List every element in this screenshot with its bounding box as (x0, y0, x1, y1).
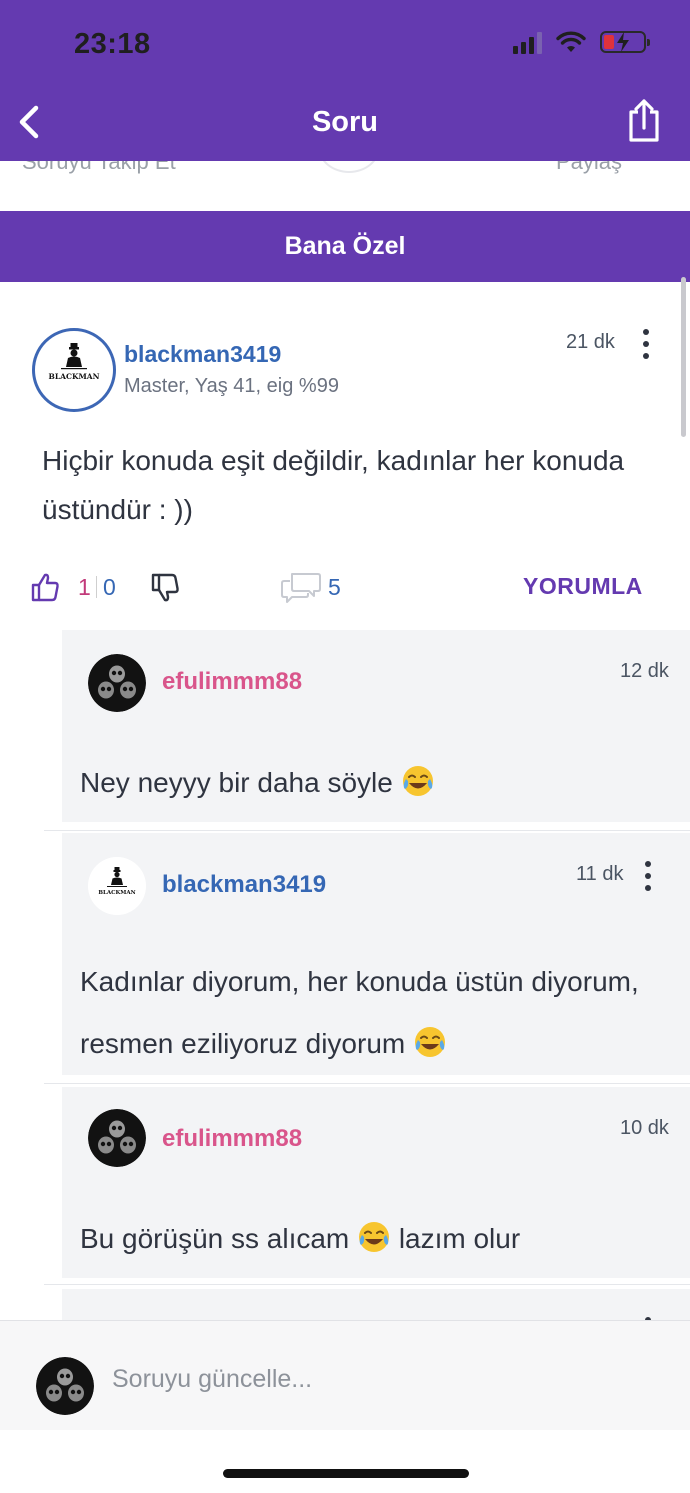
skulls-avatar-icon (88, 654, 146, 712)
comment-item: efulimmm88 10 dk Bu görüşün ss alıcam la… (62, 1087, 690, 1278)
comment-item: BLACKMAN blackman3419 11 dk Kadınlar diy… (62, 833, 690, 1075)
question-user-meta: Master, Yaş 41, eig %99 (124, 375, 339, 397)
comment-text-content: Kadınlar diyorum, her konuda üstün diyor… (80, 966, 639, 1059)
comment-time: 12 dk (620, 660, 669, 682)
question-username[interactable]: blackman3419 (124, 341, 281, 368)
scrollbar[interactable] (681, 277, 686, 437)
follow-question-label[interactable]: Soruyu Takip Et (22, 161, 176, 175)
avatar[interactable] (88, 1109, 146, 1167)
comment-item: efulimmm88 12 dk Ney neyyy bir daha söyl… (62, 630, 690, 822)
dislike-count: 0 (103, 574, 116, 600)
comment-text: Kadınlar diyorum, her konuda üstün diyor… (80, 951, 640, 1075)
comment-username[interactable]: blackman3419 (162, 871, 326, 899)
count-divider (96, 576, 97, 598)
blackman-logo: BLACKMAN (88, 857, 146, 915)
question-more-button[interactable] (639, 327, 653, 361)
avatar[interactable]: BLACKMAN (32, 328, 116, 412)
joy-emoji-icon (415, 1027, 445, 1057)
comment-text-content: Ney neyyy bir daha söyle (80, 767, 393, 798)
question-time: 21 dk (566, 331, 615, 353)
svg-text:BLACKMAN: BLACKMAN (98, 890, 135, 896)
status-icons (513, 30, 650, 54)
comments-icon[interactable] (280, 570, 322, 604)
comment-text-before: Bu görüşün ss alıcam (80, 1223, 350, 1254)
like-icon[interactable] (30, 571, 60, 603)
signal-icon (513, 30, 542, 54)
tab-bana-ozel[interactable]: Bana Özel (0, 211, 690, 282)
comment-username[interactable]: efulimmm88 (162, 1125, 302, 1153)
update-question-input[interactable] (112, 1351, 652, 1407)
home-indicator[interactable] (223, 1469, 469, 1478)
share-label[interactable]: Paylaş (556, 161, 622, 175)
share-button[interactable] (624, 98, 664, 144)
comment-button[interactable]: YORUMLA (523, 573, 643, 600)
svg-text:BLACKMAN: BLACKMAN (49, 372, 100, 381)
comment-text-after: lazım olur (398, 1223, 521, 1254)
comment-more-button[interactable] (641, 859, 655, 893)
comment-text: Bu görüşün ss alıcam lazım olur (80, 1219, 640, 1259)
scrolled-action-row: Soruyu Takip Et Paylaş (0, 161, 690, 211)
top-bar: 23:18 Soru (0, 0, 690, 161)
comment-time: 10 dk (620, 1117, 669, 1139)
wifi-icon (556, 31, 586, 52)
like-count: 1 (78, 574, 91, 600)
center-action-circle[interactable] (318, 161, 380, 173)
comment-time: 11 dk (576, 863, 624, 885)
joy-emoji-icon (359, 1222, 390, 1252)
skulls-avatar-icon (88, 1109, 146, 1167)
comment-text: Ney neyyy bir daha söyle (80, 763, 640, 803)
avatar[interactable]: BLACKMAN (88, 857, 146, 915)
status-time: 23:18 (74, 28, 151, 60)
avatar[interactable] (88, 654, 146, 712)
blackman-logo: BLACKMAN (49, 343, 100, 381)
comment-username[interactable]: efulimmm88 (162, 668, 302, 696)
skulls-avatar-icon (36, 1357, 94, 1415)
comments-count: 5 (328, 574, 341, 600)
avatar[interactable] (36, 1357, 94, 1415)
dislike-icon[interactable] (150, 572, 180, 604)
composer-bar (0, 1320, 690, 1430)
comment-divider (44, 830, 690, 831)
comment-divider (44, 1284, 690, 1285)
page-title: Soru (311, 106, 379, 138)
battery-icon (600, 31, 650, 53)
question-text: Hiçbir konuda eşit değildir, kadınlar he… (42, 445, 625, 525)
comment-divider (44, 1083, 690, 1084)
joy-emoji-icon (402, 766, 433, 796)
